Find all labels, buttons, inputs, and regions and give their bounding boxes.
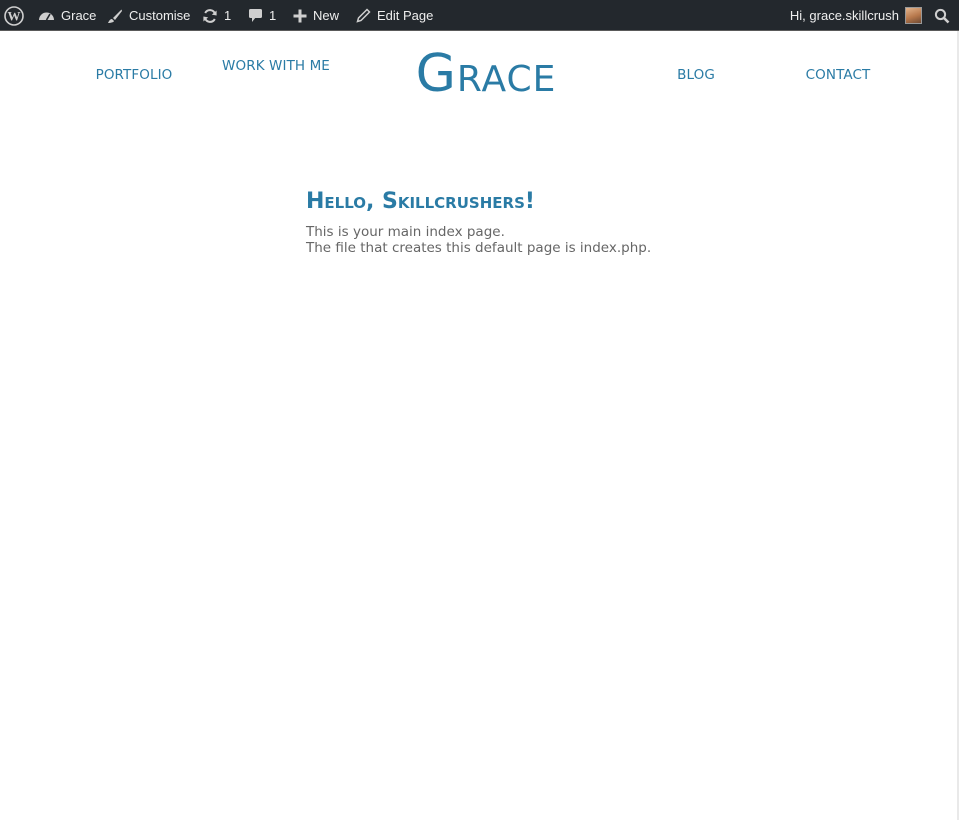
content-line: This is your main index page. bbox=[306, 224, 505, 240]
comment-icon bbox=[248, 8, 263, 23]
customise-label: Customise bbox=[129, 8, 191, 23]
customise-button[interactable]: Customise bbox=[107, 0, 190, 31]
pencil-icon bbox=[356, 8, 371, 23]
content-line: The file that creates this default page … bbox=[306, 240, 652, 256]
site-name-menu[interactable]: Grace bbox=[38, 0, 96, 31]
admin-bar: W Grace Customise 1 1 New Edit Page Hi, … bbox=[0, 0, 959, 31]
page-title: Hello, Skillcrushers! bbox=[306, 189, 535, 214]
wordpress-icon: W bbox=[4, 5, 24, 26]
my-account-menu[interactable]: Hi, grace.skillcrush bbox=[790, 0, 922, 31]
updates-count: 1 bbox=[224, 8, 232, 23]
comments-button[interactable]: 1 bbox=[248, 0, 276, 31]
edit-page-label: Edit Page bbox=[377, 8, 434, 23]
site-name-label: Grace bbox=[61, 8, 97, 23]
avatar bbox=[905, 7, 922, 24]
nav-portfolio-link[interactable]: PORTFOLIO bbox=[76, 66, 192, 84]
nav-blog-link[interactable]: BLOG bbox=[638, 66, 754, 84]
search-icon bbox=[934, 8, 950, 24]
brush-icon bbox=[107, 8, 123, 24]
wordpress-logo-button[interactable]: W bbox=[4, 0, 24, 31]
search-button[interactable] bbox=[934, 0, 950, 31]
new-label: New bbox=[313, 8, 340, 23]
new-content-button[interactable]: New bbox=[293, 0, 339, 31]
account-greeting: Hi, grace.skillcrush bbox=[789, 8, 899, 23]
updates-button[interactable]: 1 bbox=[202, 0, 231, 31]
page-content: This is your main index page. The file t… bbox=[306, 224, 706, 256]
comments-count: 1 bbox=[269, 8, 277, 23]
nav-contact-link[interactable]: CONTACT bbox=[780, 66, 896, 84]
dashboard-icon bbox=[38, 8, 55, 23]
refresh-icon bbox=[202, 8, 218, 24]
plus-icon bbox=[293, 9, 307, 23]
svg-text:W: W bbox=[8, 8, 21, 23]
site-logo[interactable]: Grace bbox=[400, 43, 572, 105]
nav-work-with-me-link[interactable]: WORK WITH ME bbox=[218, 57, 334, 75]
edit-page-button[interactable]: Edit Page bbox=[356, 0, 433, 31]
